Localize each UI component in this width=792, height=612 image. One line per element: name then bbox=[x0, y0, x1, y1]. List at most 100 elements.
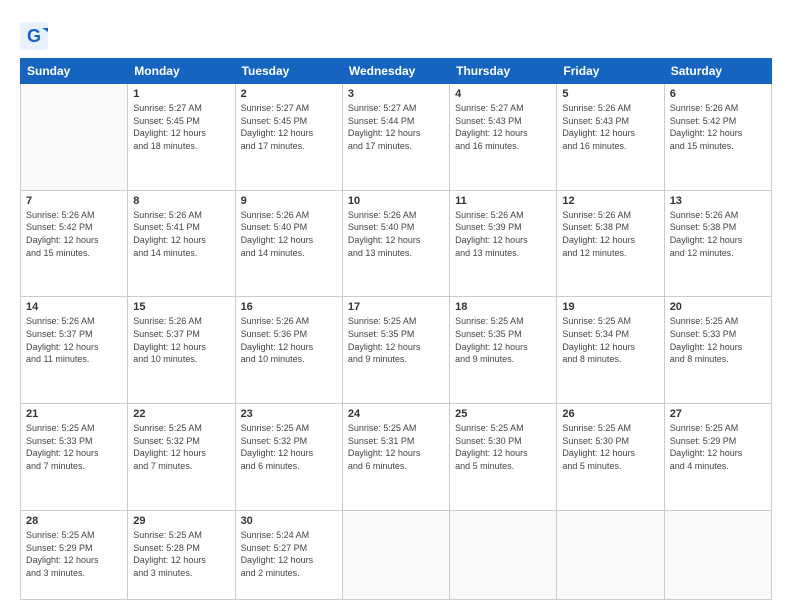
day-info: Sunrise: 5:25 AM Sunset: 5:29 PM Dayligh… bbox=[670, 422, 766, 472]
day-info: Sunrise: 5:25 AM Sunset: 5:35 PM Dayligh… bbox=[348, 315, 444, 365]
day-info: Sunrise: 5:27 AM Sunset: 5:45 PM Dayligh… bbox=[241, 102, 337, 152]
header: G bbox=[20, 18, 772, 50]
svg-text:G: G bbox=[27, 26, 41, 46]
calendar-cell: 18 Sunrise: 5:25 AM Sunset: 5:35 PM Dayli… bbox=[450, 297, 557, 404]
day-number: 24 bbox=[348, 408, 444, 420]
week-row-5: 28Sunrise: 5:25 AM Sunset: 5:29 PM Dayli… bbox=[21, 510, 772, 599]
day-number: 5 bbox=[562, 88, 658, 100]
day-info: Sunrise: 5:26 AM Sunset: 5:42 PM Dayligh… bbox=[670, 102, 766, 152]
calendar-cell: 9 Sunrise: 5:26 AM Sunset: 5:40 PM Daylig… bbox=[235, 190, 342, 297]
day-info: Sunrise: 5:26 AM Sunset: 5:42 PM Dayligh… bbox=[26, 209, 122, 259]
calendar-cell: 11 Sunrise: 5:26 AM Sunset: 5:39 PM Dayli… bbox=[450, 190, 557, 297]
calendar-cell: 4 Sunrise: 5:27 AM Sunset: 5:43 PM Daylig… bbox=[450, 84, 557, 191]
week-row-3: 14 Sunrise: 5:26 AM Sunset: 5:37 PM Dayli… bbox=[21, 297, 772, 404]
day-info: Sunrise: 5:25 AM Sunset: 5:32 PM Dayligh… bbox=[241, 422, 337, 472]
calendar-cell bbox=[557, 510, 664, 599]
weekday-header-tuesday: Tuesday bbox=[235, 59, 342, 84]
weekday-header-monday: Monday bbox=[128, 59, 235, 84]
calendar-cell: 13 Sunrise: 5:26 AM Sunset: 5:38 PM Dayli… bbox=[664, 190, 771, 297]
weekday-header-row: SundayMondayTuesdayWednesdayThursdayFrid… bbox=[21, 59, 772, 84]
day-number: 9 bbox=[241, 195, 337, 207]
calendar-cell: 5 Sunrise: 5:26 AM Sunset: 5:43 PM Daylig… bbox=[557, 84, 664, 191]
day-info: Sunrise: 5:25 AM Sunset: 5:30 PM Dayligh… bbox=[562, 422, 658, 472]
calendar-table: SundayMondayTuesdayWednesdayThursdayFrid… bbox=[20, 58, 772, 600]
calendar-cell: 24 Sunrise: 5:25 AM Sunset: 5:31 PM Dayli… bbox=[342, 404, 449, 511]
weekday-header-wednesday: Wednesday bbox=[342, 59, 449, 84]
calendar-body: 1 Sunrise: 5:27 AM Sunset: 5:45 PM Daylig… bbox=[21, 84, 772, 600]
day-info: Sunrise: 5:25 AM Sunset: 5:29 PM Dayligh… bbox=[26, 529, 122, 579]
day-number: 14 bbox=[26, 301, 122, 313]
day-number: 13 bbox=[670, 195, 766, 207]
day-info: Sunrise: 5:25 AM Sunset: 5:32 PM Dayligh… bbox=[133, 422, 229, 472]
day-info: Sunrise: 5:26 AM Sunset: 5:37 PM Dayligh… bbox=[133, 315, 229, 365]
day-info: Sunrise: 5:24 AM Sunset: 5:27 PM Dayligh… bbox=[241, 529, 337, 579]
day-info: Sunrise: 5:26 AM Sunset: 5:36 PM Dayligh… bbox=[241, 315, 337, 365]
day-number: 19 bbox=[562, 301, 658, 313]
day-number: 4 bbox=[455, 88, 551, 100]
calendar-cell: 26 Sunrise: 5:25 AM Sunset: 5:30 PM Dayli… bbox=[557, 404, 664, 511]
day-number: 27 bbox=[670, 408, 766, 420]
day-info: Sunrise: 5:27 AM Sunset: 5:45 PM Dayligh… bbox=[133, 102, 229, 152]
day-number: 7 bbox=[26, 195, 122, 207]
day-info: Sunrise: 5:26 AM Sunset: 5:43 PM Dayligh… bbox=[562, 102, 658, 152]
weekday-header-friday: Friday bbox=[557, 59, 664, 84]
logo: G bbox=[20, 22, 52, 50]
day-info: Sunrise: 5:26 AM Sunset: 5:40 PM Dayligh… bbox=[241, 209, 337, 259]
day-number: 22 bbox=[133, 408, 229, 420]
weekday-header-saturday: Saturday bbox=[664, 59, 771, 84]
calendar-cell bbox=[664, 510, 771, 599]
day-number: 10 bbox=[348, 195, 444, 207]
calendar-cell: 1 Sunrise: 5:27 AM Sunset: 5:45 PM Daylig… bbox=[128, 84, 235, 191]
calendar-cell: 29Sunrise: 5:25 AM Sunset: 5:28 PM Dayli… bbox=[128, 510, 235, 599]
calendar-cell: 15Sunrise: 5:26 AM Sunset: 5:37 PM Dayli… bbox=[128, 297, 235, 404]
day-number: 26 bbox=[562, 408, 658, 420]
calendar-cell bbox=[450, 510, 557, 599]
logo-icon: G bbox=[20, 22, 48, 50]
day-info: Sunrise: 5:27 AM Sunset: 5:43 PM Dayligh… bbox=[455, 102, 551, 152]
day-number: 29 bbox=[133, 515, 229, 527]
day-info: Sunrise: 5:25 AM Sunset: 5:33 PM Dayligh… bbox=[670, 315, 766, 365]
day-info: Sunrise: 5:25 AM Sunset: 5:33 PM Dayligh… bbox=[26, 422, 122, 472]
day-info: Sunrise: 5:26 AM Sunset: 5:38 PM Dayligh… bbox=[562, 209, 658, 259]
day-number: 21 bbox=[26, 408, 122, 420]
day-info: Sunrise: 5:25 AM Sunset: 5:35 PM Dayligh… bbox=[455, 315, 551, 365]
calendar-cell: 10Sunrise: 5:26 AM Sunset: 5:40 PM Dayli… bbox=[342, 190, 449, 297]
day-number: 8 bbox=[133, 195, 229, 207]
calendar-cell: 16Sunrise: 5:26 AM Sunset: 5:36 PM Dayli… bbox=[235, 297, 342, 404]
calendar-cell: 27 Sunrise: 5:25 AM Sunset: 5:29 PM Dayli… bbox=[664, 404, 771, 511]
calendar-cell: 6 Sunrise: 5:26 AM Sunset: 5:42 PM Daylig… bbox=[664, 84, 771, 191]
calendar-cell: 28Sunrise: 5:25 AM Sunset: 5:29 PM Dayli… bbox=[21, 510, 128, 599]
calendar-cell: 3Sunrise: 5:27 AM Sunset: 5:44 PM Daylig… bbox=[342, 84, 449, 191]
calendar-cell: 2 Sunrise: 5:27 AM Sunset: 5:45 PM Daylig… bbox=[235, 84, 342, 191]
day-number: 30 bbox=[241, 515, 337, 527]
calendar-cell: 20Sunrise: 5:25 AM Sunset: 5:33 PM Dayli… bbox=[664, 297, 771, 404]
day-number: 17 bbox=[348, 301, 444, 313]
day-number: 12 bbox=[562, 195, 658, 207]
calendar-cell bbox=[342, 510, 449, 599]
day-number: 2 bbox=[241, 88, 337, 100]
day-number: 1 bbox=[133, 88, 229, 100]
calendar-cell: 23 Sunrise: 5:25 AM Sunset: 5:32 PM Dayli… bbox=[235, 404, 342, 511]
calendar-cell: 25Sunrise: 5:25 AM Sunset: 5:30 PM Dayli… bbox=[450, 404, 557, 511]
day-info: Sunrise: 5:25 AM Sunset: 5:34 PM Dayligh… bbox=[562, 315, 658, 365]
day-number: 23 bbox=[241, 408, 337, 420]
day-info: Sunrise: 5:26 AM Sunset: 5:38 PM Dayligh… bbox=[670, 209, 766, 259]
calendar-cell: 17 Sunrise: 5:25 AM Sunset: 5:35 PM Dayli… bbox=[342, 297, 449, 404]
calendar-cell: 30 Sunrise: 5:24 AM Sunset: 5:27 PM Dayli… bbox=[235, 510, 342, 599]
calendar-page: G SundayMondayTuesdayWednesdayThursdayFr… bbox=[0, 0, 792, 612]
day-number: 6 bbox=[670, 88, 766, 100]
week-row-4: 21 Sunrise: 5:25 AM Sunset: 5:33 PM Dayli… bbox=[21, 404, 772, 511]
day-info: Sunrise: 5:26 AM Sunset: 5:41 PM Dayligh… bbox=[133, 209, 229, 259]
week-row-2: 7 Sunrise: 5:26 AM Sunset: 5:42 PM Daylig… bbox=[21, 190, 772, 297]
calendar-cell: 8 Sunrise: 5:26 AM Sunset: 5:41 PM Daylig… bbox=[128, 190, 235, 297]
day-info: Sunrise: 5:26 AM Sunset: 5:37 PM Dayligh… bbox=[26, 315, 122, 365]
day-number: 3 bbox=[348, 88, 444, 100]
day-info: Sunrise: 5:26 AM Sunset: 5:39 PM Dayligh… bbox=[455, 209, 551, 259]
calendar-cell: 21 Sunrise: 5:25 AM Sunset: 5:33 PM Dayli… bbox=[21, 404, 128, 511]
day-number: 11 bbox=[455, 195, 551, 207]
calendar-cell: 22 Sunrise: 5:25 AM Sunset: 5:32 PM Dayli… bbox=[128, 404, 235, 511]
day-number: 18 bbox=[455, 301, 551, 313]
day-info: Sunrise: 5:25 AM Sunset: 5:31 PM Dayligh… bbox=[348, 422, 444, 472]
calendar-cell bbox=[21, 84, 128, 191]
calendar-cell: 7 Sunrise: 5:26 AM Sunset: 5:42 PM Daylig… bbox=[21, 190, 128, 297]
